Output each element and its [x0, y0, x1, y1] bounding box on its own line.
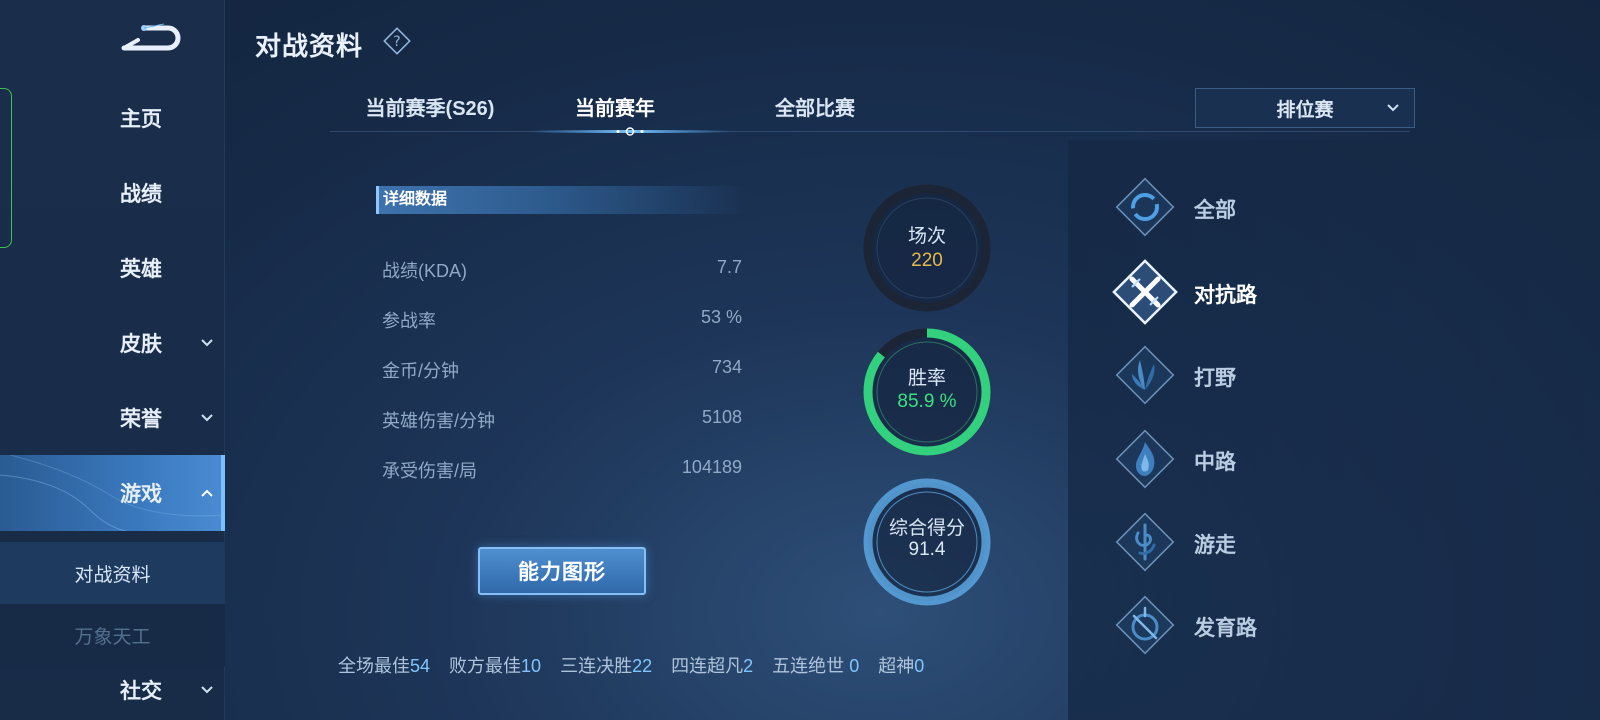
- sidebar-subitem-label: 万象天工: [74, 626, 151, 648]
- stat-label: 金币/分钟: [382, 361, 460, 381]
- section-header-details: 详细数据: [376, 186, 746, 214]
- achievement-penta-kill: 五连绝世 0: [772, 656, 860, 676]
- stat-value: 7.7: [716, 257, 742, 277]
- stat-label: 英雄伤害/分钟: [382, 411, 496, 431]
- sidebar-item-social[interactable]: 社交: [0, 660, 225, 720]
- role-label: 发育路: [1194, 617, 1257, 640]
- ability-graph-button[interactable]: 能力图形: [478, 547, 646, 595]
- sidebar-item-label: 英雄: [120, 258, 162, 281]
- achievement-triple-kill: 三连决胜22: [560, 656, 653, 676]
- active-tab-indicator: [530, 127, 730, 136]
- matches-ring: 场次 220: [862, 183, 992, 313]
- compass-icon: [1115, 595, 1175, 655]
- sidebar-item-skins[interactable]: 皮肤: [0, 305, 225, 381]
- matches-label: 场次: [907, 226, 946, 247]
- stat-label: 参战率: [382, 311, 436, 331]
- mode-select-value: 排位赛: [1276, 99, 1334, 121]
- stat-row-gold-per-min: 金币/分钟 734: [382, 357, 742, 387]
- help-icon[interactable]: ?: [382, 26, 412, 56]
- sidebar-item-label: 战绩: [120, 183, 162, 206]
- crossed-swords-icon: [1112, 259, 1178, 325]
- role-jungle[interactable]: 打野: [1110, 340, 1410, 412]
- achievement-quadra-kill: 四连超凡2: [671, 656, 754, 676]
- all-icon: [1115, 177, 1175, 237]
- chevron-down-icon: [201, 414, 213, 422]
- matches-value: 220: [911, 250, 943, 271]
- sidebar-subitem-label: 对战资料: [74, 564, 151, 586]
- chevron-down-icon: [201, 686, 213, 694]
- tab-current-season[interactable]: 当前赛季(S26): [345, 92, 515, 132]
- sidebar-subitem-workshop[interactable]: 万象天工: [0, 604, 225, 666]
- stat-value: 734: [711, 357, 742, 377]
- achievement-stats: 全场最佳54 败方最佳10 三连决胜22 四连超凡2 五连绝世 0 超神0: [338, 652, 938, 678]
- chevron-down-icon: [1387, 104, 1399, 112]
- score-ring: 综合得分 91.4: [862, 477, 992, 607]
- svg-text:?: ?: [393, 34, 400, 50]
- score-value: 91.4: [908, 539, 946, 560]
- achievement-legendary: 超神0: [878, 656, 925, 676]
- sidebar-item-game[interactable]: 游戏: [0, 455, 225, 531]
- circuit-pattern-decoration: [0, 455, 225, 531]
- back-button[interactable]: [118, 20, 188, 56]
- sidebar-item-label: 荣誉: [120, 408, 162, 431]
- matches-ring-graphic: [863, 184, 991, 312]
- achievement-losing-mvp: 败方最佳10: [449, 656, 542, 676]
- role-label: 中路: [1194, 451, 1236, 474]
- sidebar-item-records[interactable]: 战绩: [0, 155, 225, 231]
- stat-label: 战绩(KDA): [382, 261, 467, 281]
- role-roam[interactable]: 游走: [1110, 507, 1410, 579]
- stat-value: 53 %: [700, 307, 742, 327]
- stat-value: 5108: [701, 407, 742, 427]
- role-label: 打野: [1194, 367, 1236, 390]
- sidebar: 主页 战绩 英雄 皮肤 荣誉 游戏 对战资料 万象天工 社交: [0, 0, 225, 720]
- chevron-down-icon: [201, 339, 213, 347]
- win-rate-value: 85.9 %: [897, 391, 957, 412]
- sidebar-item-heroes[interactable]: 英雄: [0, 230, 225, 306]
- stat-row-participation: 参战率 53 %: [382, 307, 742, 337]
- sidebar-item-home[interactable]: 主页: [0, 80, 225, 156]
- chevron-up-icon: [201, 489, 213, 497]
- flame-icon: [1115, 429, 1175, 489]
- achievement-mvp: 全场最佳54: [338, 656, 431, 676]
- role-label: 对抗路: [1194, 284, 1257, 307]
- sidebar-item-label: 游戏: [120, 483, 162, 506]
- back-arrow-icon: [121, 23, 181, 51]
- role-label: 全部: [1194, 199, 1236, 222]
- stat-row-hero-damage: 英雄伤害/分钟 5108: [382, 407, 742, 437]
- leaf-icon: [1115, 345, 1175, 405]
- spiral-icon: [1115, 512, 1175, 572]
- sidebar-subitem-battle-data[interactable]: 对战资料: [0, 542, 225, 604]
- mode-select[interactable]: 排位赛: [1195, 88, 1415, 128]
- sidebar-item-label: 皮肤: [120, 333, 162, 356]
- page-title: 对战资料: [255, 31, 364, 61]
- sidebar-item-honor[interactable]: 荣誉: [0, 380, 225, 456]
- stat-row-damage-taken: 承受伤害/局 104189: [382, 457, 742, 487]
- role-top-lane[interactable]: 对抗路: [1110, 257, 1410, 329]
- role-mid-lane[interactable]: 中路: [1110, 424, 1410, 496]
- win-rate-ring: 胜率 85.9 %: [862, 327, 992, 457]
- stat-row-kda: 战绩(KDA) 7.7: [382, 257, 742, 287]
- role-label: 游走: [1194, 534, 1236, 557]
- stat-value: 104189: [681, 457, 742, 477]
- sidebar-item-label: 社交: [120, 680, 162, 703]
- stat-label: 承受伤害/局: [382, 461, 478, 481]
- score-label: 综合得分: [888, 518, 965, 539]
- sidebar-item-label: 主页: [120, 108, 162, 131]
- win-rate-label: 胜率: [907, 368, 946, 389]
- tab-all-matches[interactable]: 全部比赛: [765, 92, 865, 132]
- role-all[interactable]: 全部: [1110, 172, 1410, 244]
- role-bot-lane[interactable]: 发育路: [1110, 590, 1410, 662]
- tab-divider: [330, 131, 1410, 132]
